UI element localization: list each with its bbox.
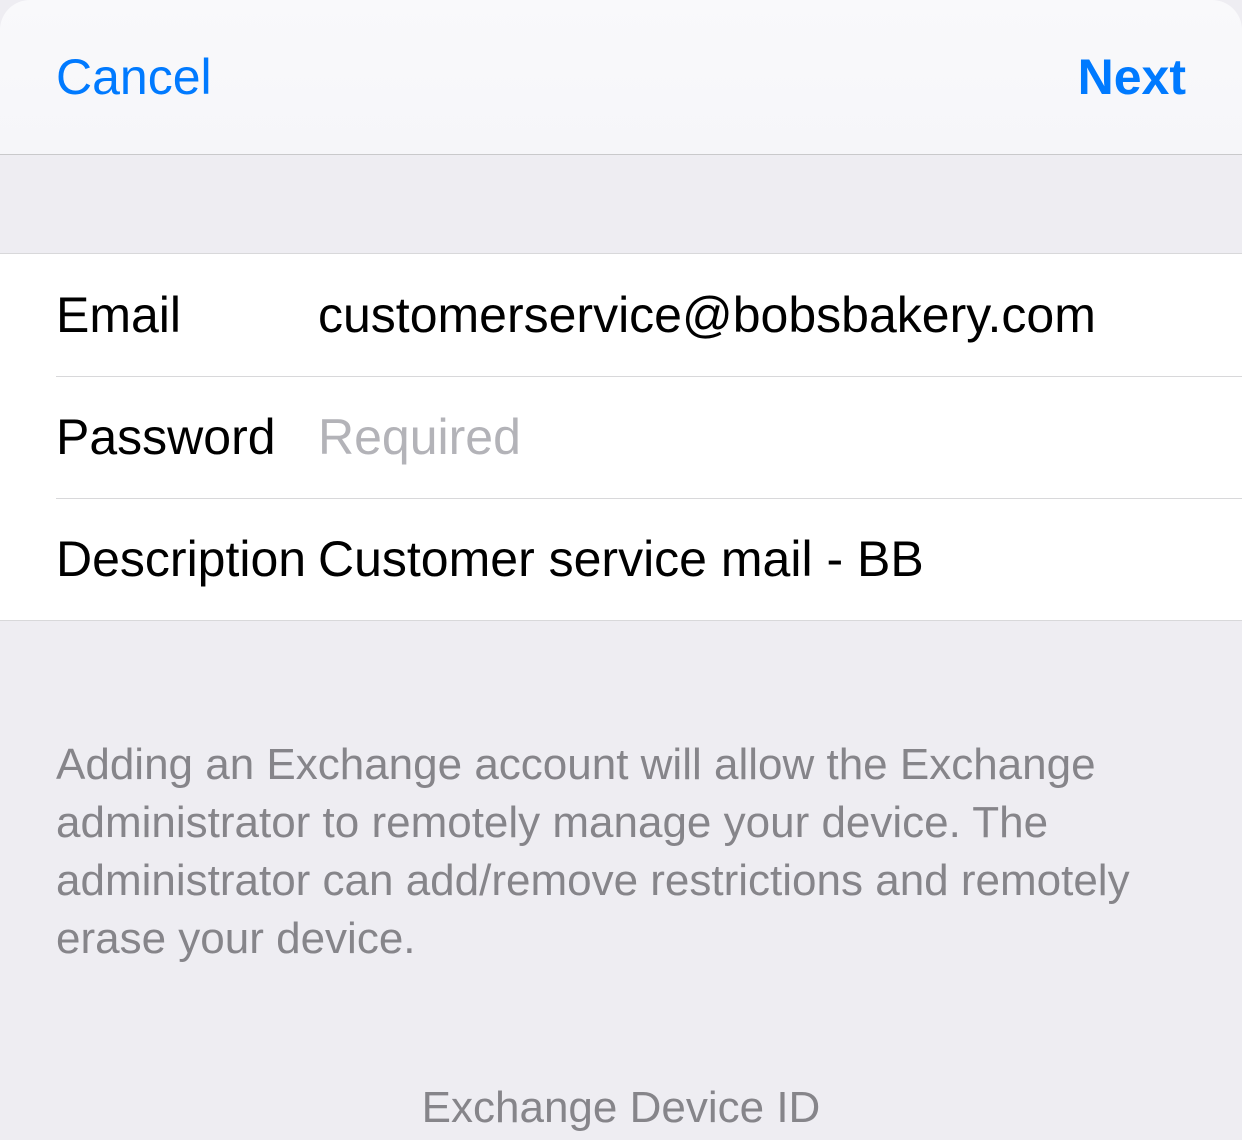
form-top-spacer	[0, 155, 1242, 253]
description-label: Description	[56, 530, 318, 588]
description-field[interactable]	[318, 530, 1242, 588]
password-label: Password	[56, 408, 318, 466]
navigation-bar: Cancel Next	[0, 0, 1242, 155]
email-row: Email	[0, 254, 1242, 376]
cancel-button[interactable]: Cancel	[56, 48, 212, 106]
password-row: Password	[0, 376, 1242, 498]
exchange-account-sheet: Cancel Next Email Password Description A…	[0, 0, 1242, 1133]
exchange-info-block: Adding an Exchange account will allow th…	[0, 621, 1242, 968]
email-field[interactable]	[318, 286, 1242, 344]
next-button[interactable]: Next	[1078, 48, 1186, 106]
device-id-label: Exchange Device ID	[422, 1083, 821, 1132]
description-row: Description	[0, 498, 1242, 620]
password-field[interactable]	[318, 408, 1242, 466]
email-label: Email	[56, 286, 318, 344]
account-form-group: Email Password Description	[0, 253, 1242, 621]
exchange-info-text: Adding an Exchange account will allow th…	[56, 736, 1186, 968]
device-id-block: Exchange Device ID	[0, 968, 1242, 1133]
